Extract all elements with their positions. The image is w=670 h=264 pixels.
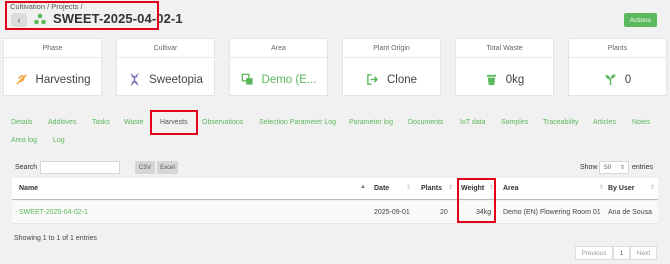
tab-log[interactable]: Log [53,137,65,144]
excel-button[interactable]: Excel [157,161,178,174]
column-header-area[interactable]: Area [503,185,519,192]
card-value: 0kg [456,73,553,86]
card-value: Clone [343,73,440,86]
previous-button[interactable]: Previous [575,246,613,260]
trash-icon [486,74,496,86]
card-total-waste: Total Waste 0kg [455,38,554,96]
card-plant-origin: Plant Origin Clone [342,38,441,96]
card-value: 0 [569,73,666,86]
sort-updown-icon: ⇕ [619,165,625,171]
tab-additives[interactable]: Additives [48,119,76,126]
column-header-by-user[interactable]: By User [608,185,634,192]
seedling-icon [605,74,616,86]
table-header: Name ▲ Date ⇕ Plants ⇕ Weight ⇕ Area ⇕ B… [12,178,658,200]
card-label: Phase [42,45,63,52]
show-label: Show [580,164,598,171]
card-value-text: Clone [386,73,418,86]
card-label: Plants [607,45,628,52]
harvests-tab-highlight [150,110,198,135]
card-value-text: 0kg [505,73,525,86]
page-size-value: 50 [604,164,612,171]
tab-area-log[interactable]: Area log [11,137,37,144]
dna-icon [130,73,139,86]
card-label: Plant Origin [373,45,410,52]
row-date: 2025-09-01 [374,209,410,216]
sort-asc-icon[interactable]: ▲ [360,184,366,190]
search-label: Search [15,164,38,171]
card-label: Cultivar [153,45,178,52]
card-label: Area [271,45,286,52]
row-name-link[interactable]: SWEET-2025-04-02-1 [19,209,88,216]
tab-articles[interactable]: Articles [593,119,616,126]
column-header-date[interactable]: Date [374,185,389,192]
page-size-select[interactable]: 50 ⇕ [599,161,629,174]
card-cultivar: Cultivar Sweetopia [116,38,215,96]
tab-observations[interactable]: Observations [202,119,243,126]
card-value-text: 0 [624,73,632,86]
tab-documents[interactable]: Documents [408,119,443,126]
sort-icon[interactable]: ⇕ [650,184,655,191]
summary-cards: Phase Harvesting Cultivar Sweetopia Area… [3,38,667,96]
table-info: Showing 1 to 1 of 1 entries [14,235,97,242]
next-button[interactable]: Next [630,246,657,260]
card-divider [456,57,553,58]
clone-icon [367,74,379,85]
column-header-name[interactable]: Name [19,185,38,192]
column-header-plants[interactable]: Plants [421,185,442,192]
title-highlight [5,1,159,30]
sort-icon[interactable]: ⇕ [448,184,453,191]
row-plants: 20 [440,209,448,216]
page-1-button[interactable]: 1 [613,246,630,260]
entries-label: entries [632,164,654,171]
card-label: Total Waste [486,45,523,52]
tab-samples[interactable]: Samples [501,119,528,126]
sort-icon[interactable]: ⇕ [406,184,411,191]
card-divider [569,57,666,58]
csv-button[interactable]: CSV [135,161,155,174]
card-value-text: Harvesting [35,73,91,86]
tab-notes[interactable]: Notes [632,119,650,126]
card-divider [343,57,440,58]
card-value[interactable]: Demo (E... [230,73,327,86]
area-icon [241,73,253,85]
card-divider [4,57,101,58]
tab-traceability[interactable]: Traceability [543,119,579,126]
harvest-icon [15,74,27,85]
actions-button[interactable]: Actions [623,13,657,27]
card-area: Area Demo (E... [229,38,328,96]
card-divider [230,57,327,58]
tab-tasks[interactable]: Tasks [92,119,110,126]
weight-column-highlight [457,178,496,223]
table-row[interactable]: SWEET-2025-04-02-1 2025-09-01 20 34kg De… [12,201,658,224]
card-divider [117,57,214,58]
row-area: Demo (EN) Flowering Room 01 [503,209,601,216]
search-input[interactable] [40,161,120,174]
tab-selection-parameter-log[interactable]: Selection Parameter Log [259,119,336,126]
card-value: Sweetopia [117,73,214,86]
tab-details[interactable]: Details [11,119,32,126]
card-value-text: Sweetopia [149,73,203,86]
card-plants: Plants 0 [568,38,667,96]
tab-iot-data[interactable]: IoT data [460,119,486,126]
tab-waste[interactable]: Waste [124,119,144,126]
card-phase: Phase Harvesting [3,38,102,96]
sort-icon[interactable]: ⇕ [599,184,604,191]
tab-parameter-log[interactable]: Parameter log [349,119,393,126]
card-value-text[interactable]: Demo (E... [262,74,317,86]
row-user: Ana de Sousa [608,209,652,216]
card-value: Harvesting [4,73,101,86]
